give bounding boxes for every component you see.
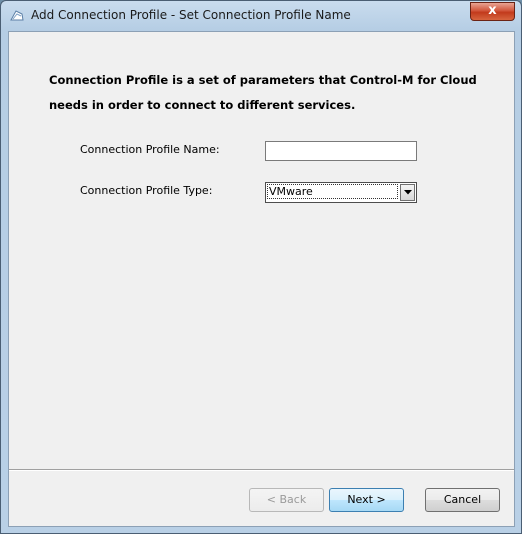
wizard-content: Connection Profile is a set of parameter… (8, 31, 515, 527)
cancel-button[interactable]: Cancel (425, 488, 500, 512)
close-icon: x (488, 3, 497, 18)
profile-name-label: Connection Profile Name: (80, 143, 220, 156)
chevron-down-icon[interactable] (400, 184, 415, 201)
profile-type-value: VMware (267, 184, 398, 199)
profile-type-select[interactable]: VMware (265, 182, 417, 203)
dialog-window: Add Connection Profile - Set Connection … (0, 0, 522, 534)
close-button[interactable]: x (470, 2, 515, 21)
title-bar[interactable]: Add Connection Profile - Set Connection … (1, 1, 521, 31)
next-button[interactable]: Next > (329, 488, 404, 512)
profile-type-label: Connection Profile Type: (80, 184, 213, 197)
back-button[interactable]: < Back (249, 488, 324, 512)
footer-divider (9, 469, 514, 471)
description-text: Connection Profile is a set of parameter… (49, 73, 477, 112)
window-title: Add Connection Profile - Set Connection … (31, 8, 351, 22)
profile-name-input[interactable] (265, 141, 417, 161)
wizard-app-icon (9, 8, 25, 24)
